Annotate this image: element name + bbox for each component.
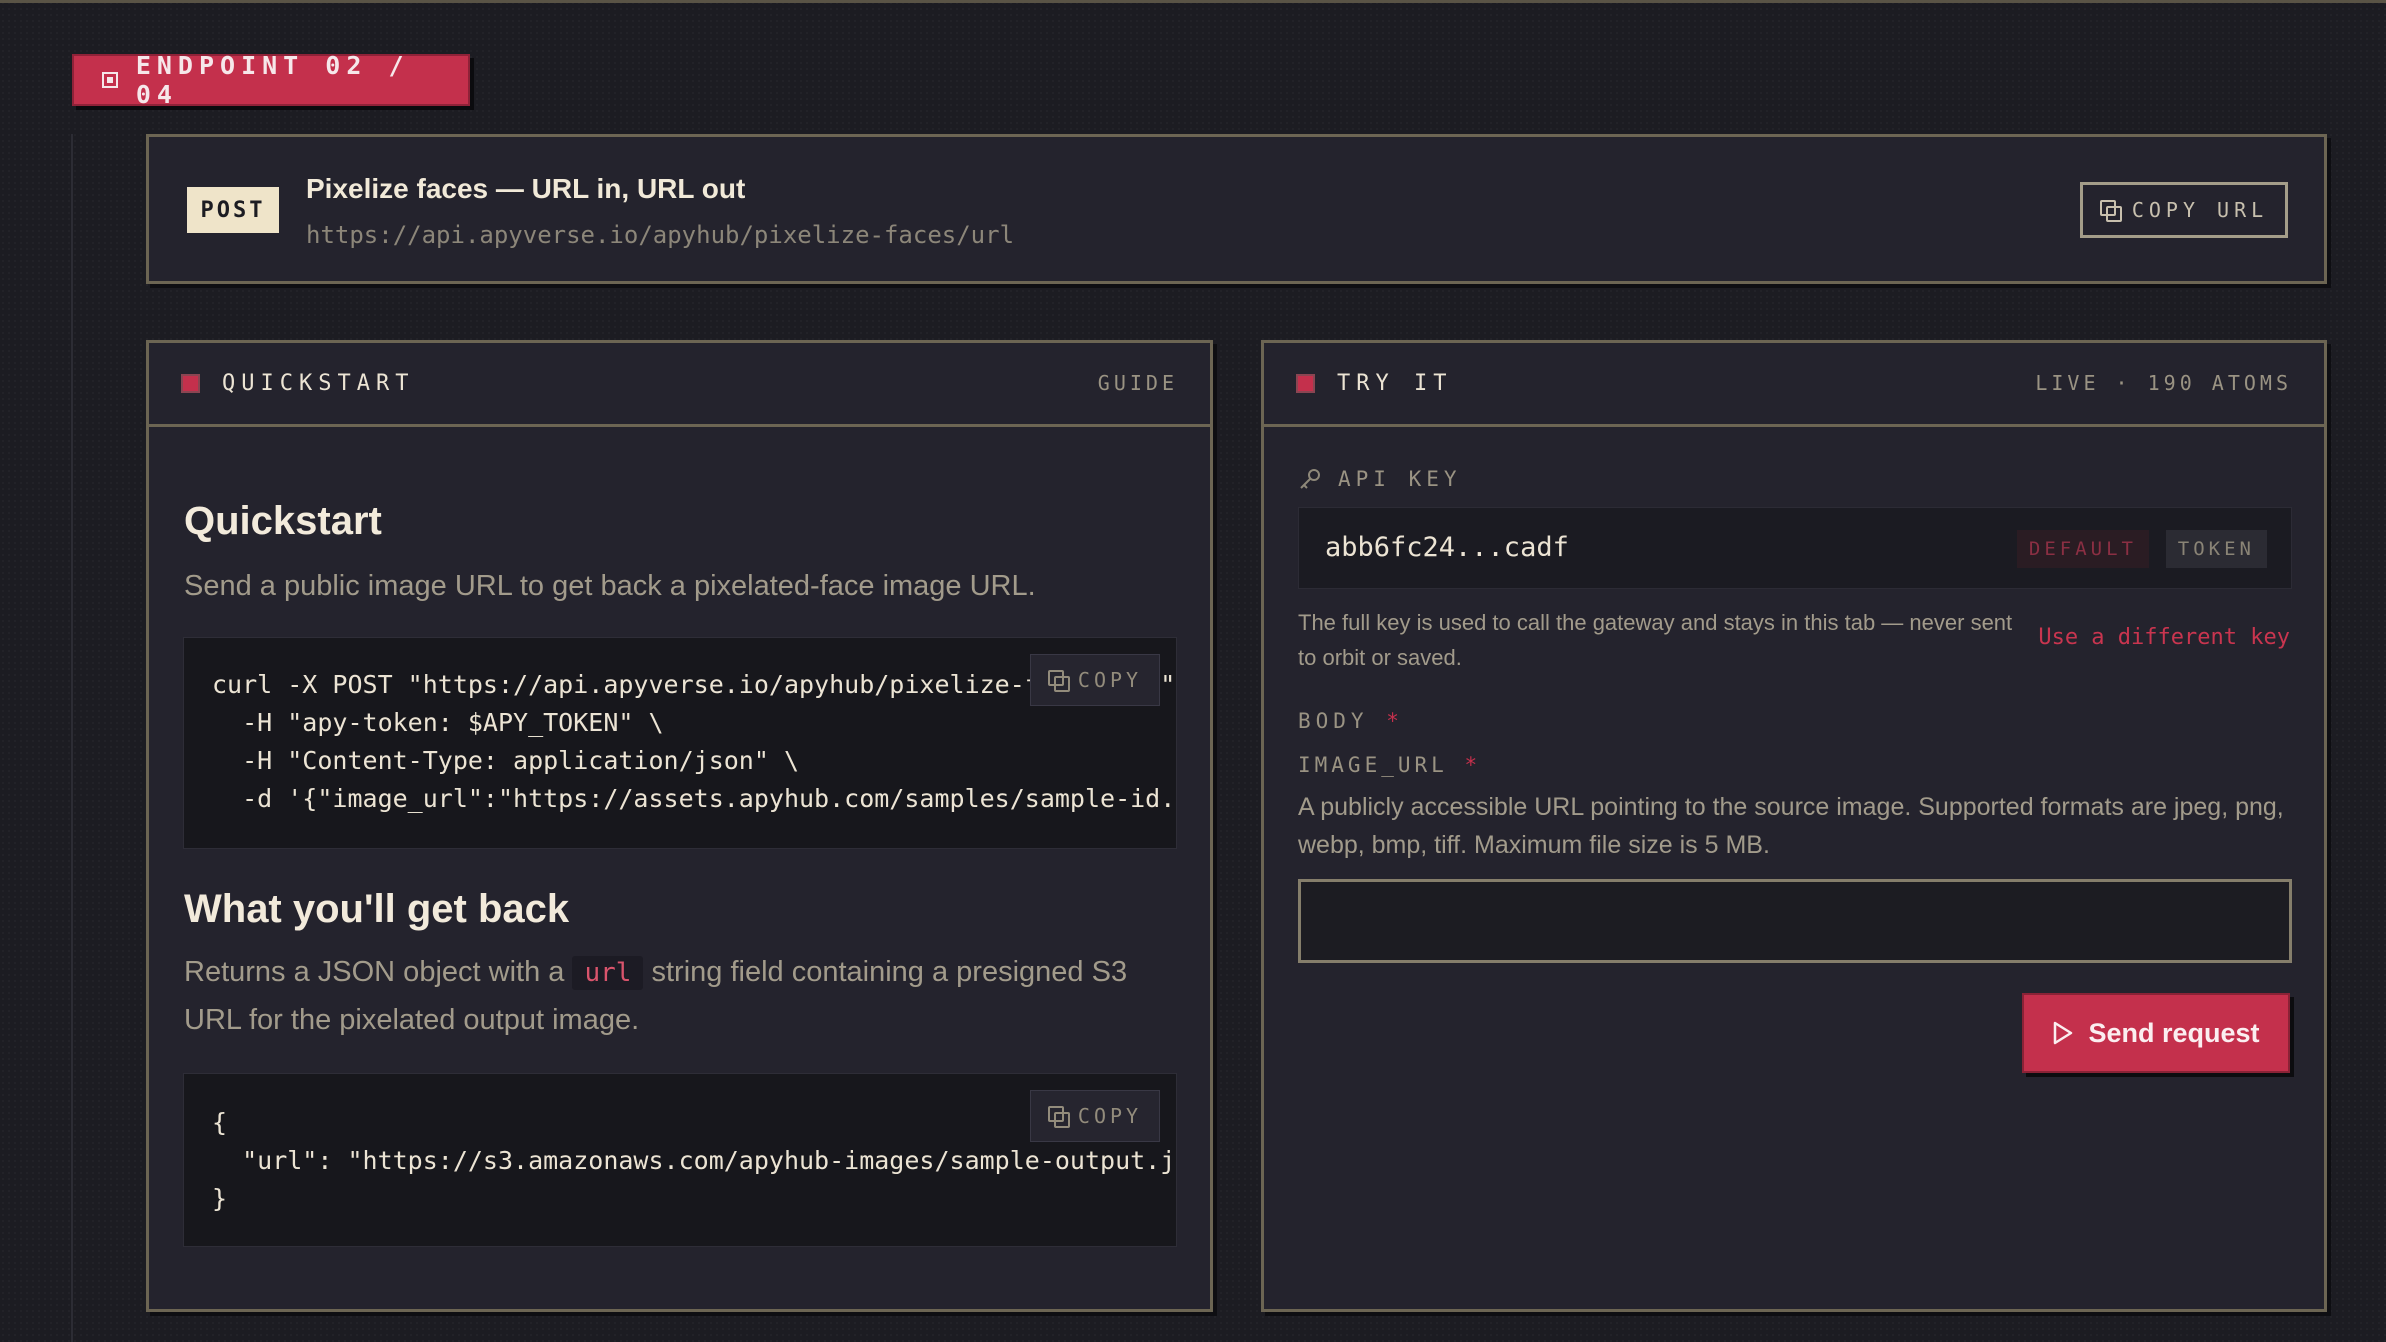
panel-marker-icon [1296, 374, 1315, 393]
try-it-panel-header: TRY IT LIVE · 190 ATOMS [1264, 343, 2324, 427]
image-url-label-text: IMAGE_URL [1298, 753, 1448, 777]
required-marker: * [1464, 753, 1482, 777]
api-key-label: API KEY [1338, 467, 1462, 491]
response-code-block: { "url": "https://s3.amazonaws.com/apyhu… [183, 1073, 1177, 1247]
copy-icon [2099, 200, 2122, 222]
body-label: BODY * [1298, 709, 1404, 733]
method-badge: POST [187, 187, 279, 233]
api-key-value: abb6fc24...cadf [1325, 532, 1569, 563]
inline-code-url: url [572, 956, 644, 990]
api-key-box: abb6fc24...cadf DEFAULT TOKEN [1298, 507, 2292, 589]
token-tag: TOKEN [2165, 530, 2267, 568]
curl-code-block: curl -X POST "https://api.apyverse.io/ap… [183, 637, 1177, 849]
quickstart-panel-title: QUICKSTART [222, 371, 415, 396]
body-label-text: BODY [1298, 709, 1369, 733]
api-key-note: The full key is used to call the gateway… [1298, 610, 2013, 670]
copy-url-label: COPY URL [2131, 198, 2269, 222]
response-heading: What you'll get back [184, 887, 570, 931]
copy-icon [1047, 670, 1070, 692]
try-it-panel-title: TRY IT [1337, 371, 1453, 396]
left-rail [71, 134, 73, 1342]
copy-url-button[interactable]: COPY URL [2080, 182, 2288, 238]
endpoint-header: POST Pixelize faces — URL in, URL out ht… [146, 134, 2327, 284]
panel-marker-icon [181, 374, 200, 393]
quickstart-intro: Send a public image URL to get back a pi… [184, 570, 1036, 602]
quickstart-panel: QUICKSTART GUIDE Quickstart Send a publi… [146, 340, 1213, 1312]
send-request-button[interactable]: Send request [2022, 993, 2290, 1073]
copy-response-label: COPY [1077, 1104, 1143, 1128]
quickstart-heading: Quickstart [184, 499, 382, 543]
endpoint-url: https://api.apyverse.io/apyhub/pixelize-… [306, 221, 1015, 249]
response-text-before: Returns a JSON object with a [184, 956, 565, 988]
quickstart-panel-header: QUICKSTART GUIDE [149, 343, 1210, 427]
default-tag: DEFAULT [2016, 530, 2149, 568]
copy-code-label: COPY [1077, 668, 1143, 692]
guide-label: GUIDE [1097, 371, 1178, 395]
required-marker: * [1386, 709, 1404, 733]
image-url-description: A publicly accessible URL pointing to th… [1298, 793, 2284, 859]
copy-icon [1047, 1106, 1070, 1128]
image-url-label: IMAGE_URL * [1298, 753, 1481, 777]
send-request-label: Send request [2088, 1017, 2260, 1048]
play-icon [2054, 1021, 2073, 1045]
copy-code-button[interactable]: COPY [1030, 654, 1160, 706]
endpoint-badge-label: ENDPOINT 02 / 04 [135, 51, 410, 109]
use-different-key-link[interactable]: Use a different key [2038, 625, 2290, 650]
response-description: Returns a JSON object with a url string … [184, 949, 1174, 1044]
live-status: LIVE · 190 ATOMS [2035, 371, 2292, 395]
key-icon [1300, 469, 1320, 489]
copy-response-button[interactable]: COPY [1030, 1090, 1160, 1142]
top-border [0, 0, 2386, 3]
image-url-input[interactable] [1298, 879, 2292, 963]
endpoint-badge: ENDPOINT 02 / 04 [72, 51, 470, 109]
endpoint-title: Pixelize faces — URL in, URL out [306, 173, 746, 204]
square-icon [102, 72, 118, 88]
try-it-panel: TRY IT LIVE · 190 ATOMS API KEY abb6fc24… [1261, 340, 2327, 1312]
